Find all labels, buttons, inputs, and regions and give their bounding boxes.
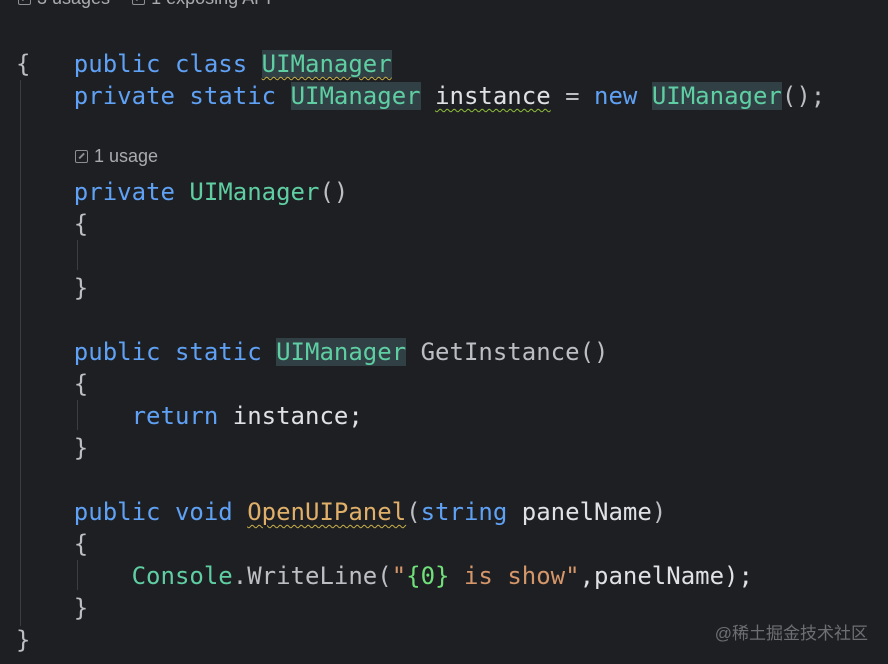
code-line-return[interactable]: return instance; [16,400,363,432]
method-writeline[interactable]: WriteLine [247,562,377,590]
code-line-getinstance[interactable]: public static UIManager GetInstance() [16,336,608,368]
punctuation: ( [377,562,392,590]
string-quote: " [565,562,580,590]
punctuation: () [579,338,609,366]
punctuation: (); [781,82,826,110]
exposing-api-label: 1 exposing API [151,0,271,9]
return-expression[interactable]: instance; [233,402,363,430]
brace: } [16,626,31,654]
code-line-close-brace[interactable]: } [16,624,30,656]
brace: } [73,594,89,622]
method-getinstance[interactable]: GetInstance [421,338,580,366]
code-line-constructor[interactable]: private UIManager() [16,176,349,208]
code-line-open-brace[interactable]: { [16,48,30,80]
keyword-return: return [131,402,219,430]
code-line-class-decl[interactable]: public class UIManager [16,16,392,78]
usages-icon [18,0,31,5]
punctuation: . [232,562,248,590]
keyword-string: string [420,498,508,526]
indent-guide [77,240,78,270]
keyword-public: public [73,498,161,526]
usages-hint[interactable]: 3 usages 1 exposing API [18,0,271,9]
method-openuipanel[interactable]: OpenUIPanel [247,498,406,526]
code-line-writeline[interactable]: Console.WriteLine("{0} is show",panelNam… [16,560,753,592]
exposing-api-icon [132,0,146,5]
format-placeholder: {0} [406,562,450,590]
punctuation: ( [406,498,421,526]
code-line-brace[interactable]: { [16,208,88,240]
usages-hint-label: 3 usages [37,0,110,9]
type-uimanager[interactable]: UIManager [651,82,782,110]
operator-equals: = [550,82,595,110]
punctuation: ) [651,498,667,526]
type-uimanager[interactable]: UIManager [290,82,421,110]
field-instance[interactable]: instance [435,82,551,110]
class-console[interactable]: Console [132,562,233,590]
code-line-brace[interactable]: } [16,592,88,624]
brace: { [16,50,31,78]
code-line-openuipanel[interactable]: public void OpenUIPanel(string panelName… [16,496,666,528]
code-line-brace[interactable]: } [16,432,88,464]
code-line-brace[interactable]: { [16,528,88,560]
code-editor[interactable]: 3 usages 1 exposing API public class UIM… [0,0,888,664]
param-panelname[interactable]: panelName [522,498,652,526]
keyword-class: class [174,50,248,78]
brace: } [73,434,89,462]
string-quote: " [391,562,407,590]
keyword-public: public [73,338,161,366]
code-line-instance-field[interactable]: private static UIManager instance = new … [16,80,825,112]
keyword-public: public [73,50,161,78]
punctuation: () [319,178,349,206]
keyword-void: void [174,498,233,526]
keyword-private: private [73,178,175,206]
keyword-static: static [174,338,262,366]
code-line-brace[interactable]: } [16,272,88,304]
code-line-brace[interactable]: { [16,368,88,400]
brace: { [73,530,89,558]
watermark: @稀土掘金技术社区 [714,624,868,643]
type-uimanager[interactable]: UIManager [276,338,407,366]
usage-icon [75,150,88,163]
argument-list[interactable]: ,panelName); [580,562,753,590]
brace: { [73,210,89,238]
keyword-new: new [594,82,638,110]
keyword-private: private [73,82,175,110]
brace: { [73,370,89,398]
class-name[interactable]: UIManager [261,50,392,78]
brace: } [73,274,89,302]
usage-hint[interactable]: 1 usage [75,146,158,167]
string-literal: is show [449,562,566,590]
constructor-name[interactable]: UIManager [189,178,319,206]
usage-hint-label: 1 usage [94,146,159,166]
keyword-static: static [189,82,277,110]
